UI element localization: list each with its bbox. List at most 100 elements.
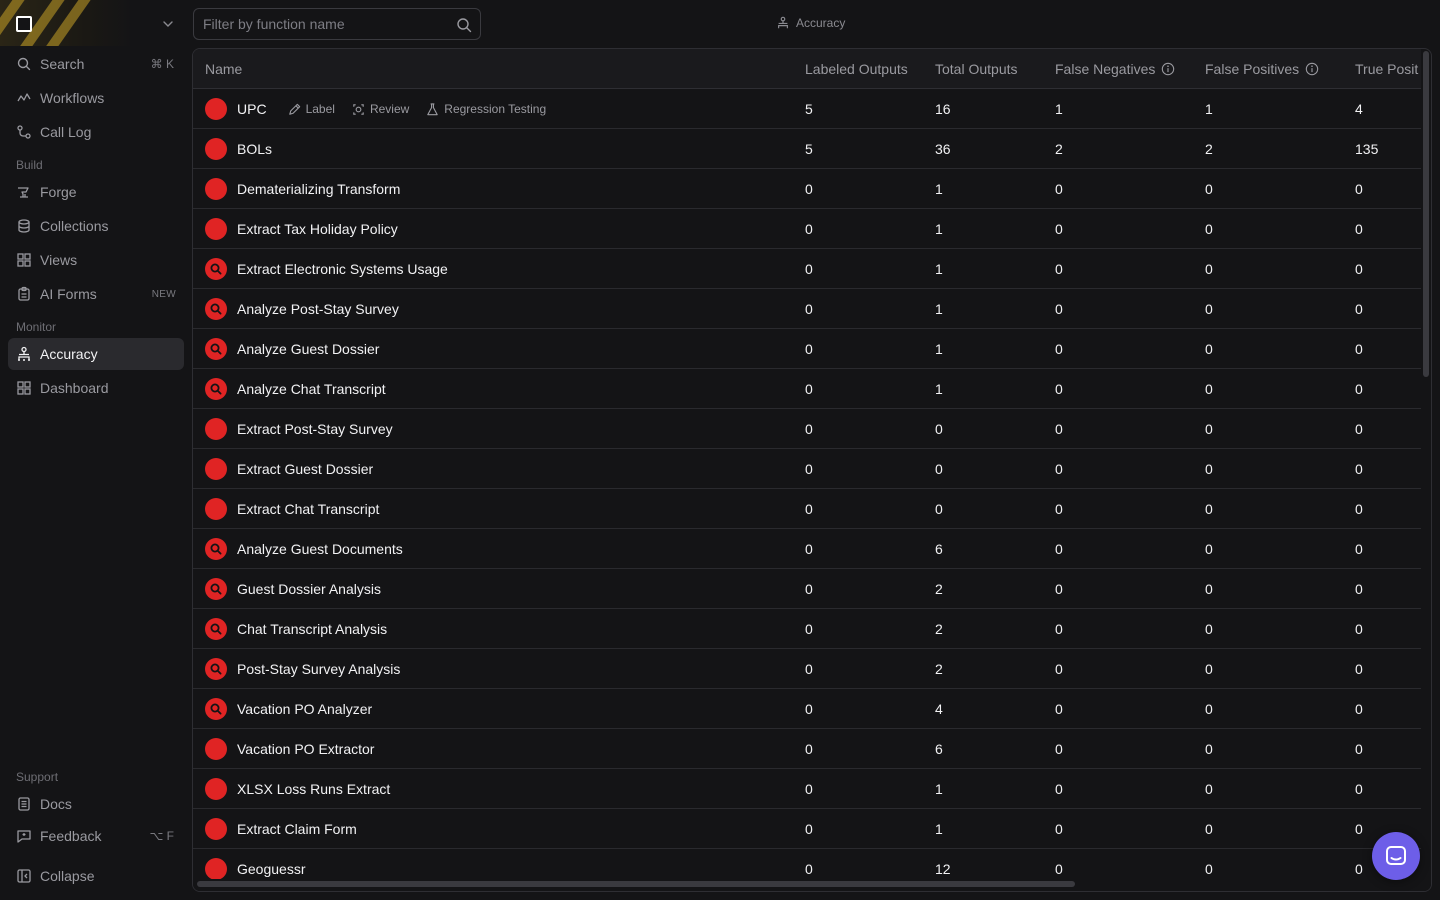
column-header-true-positives[interactable]: True Posit: [1355, 49, 1418, 89]
search-icon[interactable]: [456, 17, 472, 33]
cell-false-positives: 0: [1205, 581, 1213, 597]
cell-false-negatives: 0: [1055, 501, 1063, 517]
chat-button[interactable]: [1372, 832, 1420, 880]
table-row[interactable]: Extract Guest Dossier 0 0 0 0 0: [193, 449, 1421, 489]
breadcrumb-label: Accuracy: [796, 16, 846, 30]
table-row[interactable]: Chat Transcript Analysis 0 2 0 0 0: [193, 609, 1421, 649]
sidebar-item-workflows[interactable]: Workflows: [8, 82, 184, 114]
column-header-total-outputs[interactable]: Total Outputs: [935, 49, 1018, 89]
sidebar-collapse-button[interactable]: Collapse: [8, 860, 184, 892]
call-log-icon: [16, 124, 32, 140]
pen-icon: [287, 102, 306, 117]
cell-false-negatives: 0: [1055, 461, 1063, 477]
table-row[interactable]: Extract Chat Transcript 0 0 0 0 0: [193, 489, 1421, 529]
column-header-labeled-outputs[interactable]: Labeled Outputs: [805, 49, 908, 89]
cell-false-positives: 0: [1205, 661, 1213, 677]
cell-labeled-outputs: 0: [805, 421, 813, 437]
workflow-icon: [16, 90, 32, 106]
chevron-down-icon[interactable]: [160, 16, 176, 32]
cell-name: Extract Claim Form: [205, 809, 357, 849]
status-dot-icon: [205, 778, 227, 800]
cell-name: XLSX Loss Runs Extract: [205, 769, 390, 809]
sidebar-item-accuracy[interactable]: Accuracy: [8, 338, 184, 370]
table-row[interactable]: Vacation PO Extractor 0 6 0 0 0: [193, 729, 1421, 769]
function-name: Geoguessr: [237, 861, 306, 877]
cell-total-outputs: 2: [935, 661, 943, 677]
table-body: UPC Label Review Regression Testing 5 16 1 1 4 BO…: [193, 89, 1421, 889]
cell-name: Extract Tax Holiday Policy: [205, 209, 398, 249]
table-row[interactable]: Analyze Guest Documents 0 6 0 0 0: [193, 529, 1421, 569]
regression-testing-button[interactable]: Regression Testing: [425, 102, 546, 117]
column-header-false-positives[interactable]: False Positives: [1205, 49, 1319, 89]
sidebar-item-feedback[interactable]: Feedback ⌥ F: [8, 820, 184, 852]
table-row[interactable]: Guest Dossier Analysis 0 2 0 0 0: [193, 569, 1421, 609]
info-icon[interactable]: [1305, 62, 1319, 76]
row-actions: Label Review Regression Testing: [287, 102, 563, 117]
review-button[interactable]: Review: [351, 102, 409, 117]
cell-labeled-outputs: 5: [805, 141, 813, 157]
clipboard-icon: [16, 286, 32, 302]
table-row[interactable]: Extract Electronic Systems Usage 0 1 0 0 0: [193, 249, 1421, 289]
sidebar-item-collections[interactable]: Collections: [8, 210, 184, 242]
table-row[interactable]: Post-Stay Survey Analysis 0 2 0 0 0: [193, 649, 1421, 689]
table-row[interactable]: BOLs 5 36 2 2 135: [193, 129, 1421, 169]
cell-total-outputs: 2: [935, 621, 943, 637]
vertical-scrollbar[interactable]: [1423, 51, 1429, 377]
info-icon[interactable]: [1161, 62, 1175, 76]
cell-true-positives: 0: [1355, 501, 1363, 517]
function-name: Analyze Guest Dossier: [237, 341, 380, 357]
cell-true-positives: 0: [1355, 181, 1363, 197]
cell-labeled-outputs: 0: [805, 741, 813, 757]
table-row[interactable]: Analyze Post-Stay Survey 0 1 0 0 0: [193, 289, 1421, 329]
sidebar-item-docs[interactable]: Docs: [8, 788, 184, 820]
docs-icon: [16, 796, 32, 812]
table-row[interactable]: Extract Tax Holiday Policy 0 1 0 0 0: [193, 209, 1421, 249]
sidebar-item-search[interactable]: Search ⌘ K: [8, 48, 184, 80]
status-search-icon: [205, 698, 227, 720]
status-search-icon: [205, 378, 227, 400]
cell-true-positives: 0: [1355, 821, 1363, 837]
feedback-icon: [16, 828, 32, 844]
logo-icon[interactable]: [16, 16, 32, 32]
filter-input[interactable]: [203, 16, 443, 32]
table-row[interactable]: Analyze Guest Dossier 0 1 0 0 0: [193, 329, 1421, 369]
status-dot-icon: [205, 738, 227, 760]
table-row[interactable]: Dematerializing Transform 0 1 0 0 0: [193, 169, 1421, 209]
label-button[interactable]: Label: [287, 102, 335, 117]
cell-name: Extract Post-Stay Survey: [205, 409, 393, 449]
table-row[interactable]: Extract Post-Stay Survey 0 0 0 0 0: [193, 409, 1421, 449]
table-row[interactable]: Extract Claim Form 0 1 0 0 0: [193, 809, 1421, 849]
table-row[interactable]: Analyze Chat Transcript 0 1 0 0 0: [193, 369, 1421, 409]
section-label-monitor: Monitor: [16, 320, 57, 334]
new-badge: NEW: [151, 288, 176, 300]
sidebar-item-label: Docs: [40, 796, 72, 812]
cell-true-positives: 4: [1355, 101, 1363, 117]
cell-false-negatives: 1: [1055, 101, 1063, 117]
cell-true-positives: 0: [1355, 221, 1363, 237]
cell-labeled-outputs: 0: [805, 341, 813, 357]
accuracy-icon: [778, 16, 788, 29]
cell-false-negatives: 0: [1055, 181, 1063, 197]
sidebar-item-dashboard[interactable]: Dashboard: [8, 372, 184, 404]
row-action-label: Review: [369, 102, 410, 116]
sidebar-item-label: Call Log: [40, 124, 92, 140]
search-icon: [16, 56, 32, 72]
table-row[interactable]: XLSX Loss Runs Extract 0 1 0 0 0: [193, 769, 1421, 809]
sidebar-item-label: Workflows: [40, 90, 105, 106]
cell-false-negatives: 0: [1055, 821, 1063, 837]
column-header-name[interactable]: Name: [205, 49, 242, 89]
table-row[interactable]: UPC Label Review Regression Testing 5 16 1 1 4: [193, 89, 1421, 129]
column-header-false-negatives[interactable]: False Negatives: [1055, 49, 1175, 89]
cell-true-positives: 0: [1355, 461, 1363, 477]
cell-labeled-outputs: 0: [805, 581, 813, 597]
horizontal-scrollbar[interactable]: [197, 881, 1075, 887]
function-name: Guest Dossier Analysis: [237, 581, 381, 597]
sidebar-item-forge[interactable]: Forge: [8, 176, 184, 208]
sidebar-item-views[interactable]: Views: [8, 244, 184, 276]
cell-name: Analyze Chat Transcript: [205, 369, 386, 409]
cell-total-outputs: 1: [935, 341, 943, 357]
cell-false-negatives: 0: [1055, 301, 1063, 317]
sidebar-item-ai-forms[interactable]: AI Forms NEW: [8, 278, 184, 310]
table-row[interactable]: Vacation PO Analyzer 0 4 0 0 0: [193, 689, 1421, 729]
sidebar-item-call-log[interactable]: Call Log: [8, 116, 184, 148]
